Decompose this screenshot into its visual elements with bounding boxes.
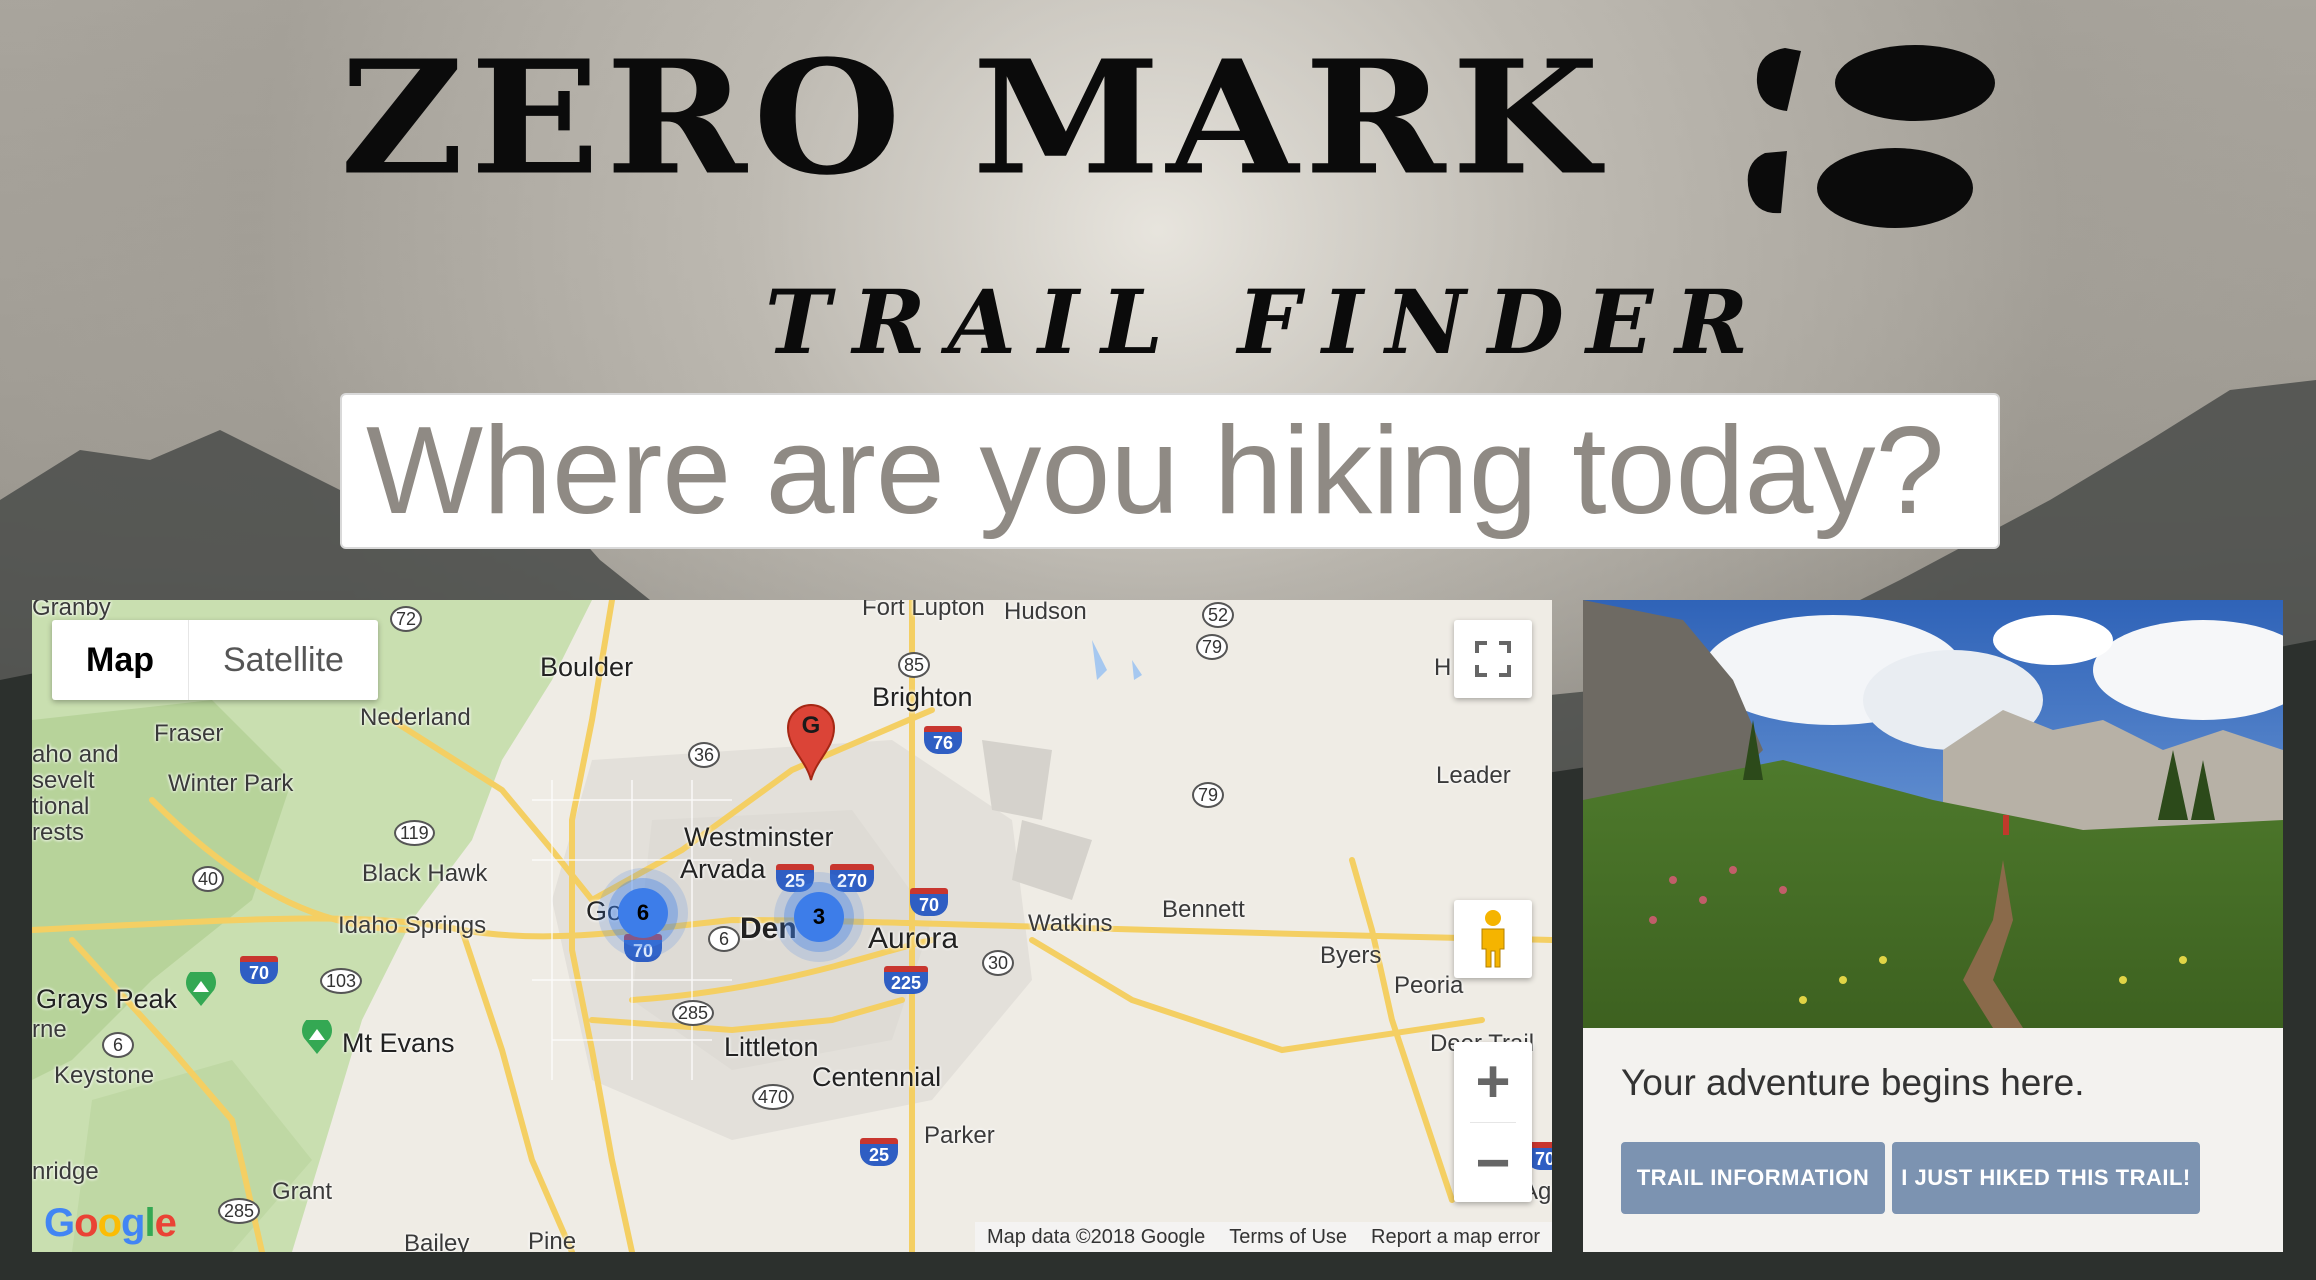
highway-shield: 72 xyxy=(390,606,423,632)
marker-cluster[interactable]: 3 xyxy=(794,892,844,942)
footprints-icon xyxy=(1747,45,1995,228)
highway-shield: 6 xyxy=(708,926,740,952)
highway-shield: 36 xyxy=(688,742,721,768)
place-label: Keystone xyxy=(54,1062,155,1089)
place-label: Pine xyxy=(528,1228,577,1252)
search-box xyxy=(340,393,2000,549)
place-label: Arvada xyxy=(680,854,766,884)
interstate-shield: 70 xyxy=(240,956,278,984)
place-label: Parker xyxy=(924,1122,995,1149)
mountain-peak-icon xyxy=(186,972,216,1006)
interstate-shield: 76 xyxy=(924,726,962,754)
place-label: Westminster xyxy=(684,822,834,852)
mountain-peak-icon xyxy=(302,1020,332,1054)
interstate-shield: 70 xyxy=(910,888,948,916)
map-type-control: Map Satellite xyxy=(52,620,378,700)
place-label: Grays Peak xyxy=(36,984,178,1014)
place-label: Boulder xyxy=(540,652,634,682)
place-label: rne xyxy=(32,1016,67,1043)
place-label: Aurora xyxy=(868,922,959,955)
highway-shield: 79 xyxy=(1196,634,1229,660)
app-subtitle: TRAIL FINDER xyxy=(765,270,1771,374)
place-label: Granby xyxy=(32,600,111,621)
highway-shield: 103 xyxy=(320,968,363,994)
highway-shield: 6 xyxy=(102,1032,134,1058)
interstate-shield: 25 xyxy=(776,864,814,892)
highway-shield: 470 xyxy=(752,1084,795,1110)
place-label: Watkins xyxy=(1028,910,1113,937)
highway-shield: 52 xyxy=(1202,602,1235,628)
place-label: Idaho Springs xyxy=(338,912,487,939)
interstate-shield: 225 xyxy=(884,966,928,994)
place-label: Centennial xyxy=(812,1062,942,1092)
place-label: nridge xyxy=(32,1158,99,1185)
highway-shield: 79 xyxy=(1192,782,1225,808)
zoom-in-button[interactable]: + xyxy=(1454,1042,1532,1122)
fullscreen-button[interactable] xyxy=(1454,620,1532,698)
map-footer: Map data ©2018 Google Terms of Use Repor… xyxy=(974,1222,1552,1252)
place-label: Nederland xyxy=(360,704,471,731)
place-label: Brighton xyxy=(872,682,973,712)
trail-card: Your adventure begins here. TRAIL INFORM… xyxy=(1583,600,2283,1252)
place-label: aho and sevelt tional rests xyxy=(32,741,119,846)
place-label: Black Hawk xyxy=(362,860,488,887)
interstate-shield: 25 xyxy=(860,1138,898,1166)
highway-shield: 30 xyxy=(982,950,1015,976)
place-label: Hudson xyxy=(1004,600,1087,625)
map-marker[interactable]: G xyxy=(786,702,836,782)
street-view-pegman[interactable] xyxy=(1454,900,1532,978)
trail-information-button[interactable]: TRAIL INFORMATION xyxy=(1621,1142,1885,1214)
highway-shield: 285 xyxy=(218,1198,261,1224)
interstate-shield: 270 xyxy=(830,864,874,892)
highway-shield: 119 xyxy=(394,820,435,846)
terms-of-use-link[interactable]: Terms of Use xyxy=(1229,1226,1347,1249)
place-label: Leader xyxy=(1436,762,1511,789)
card-tagline: Your adventure begins here. xyxy=(1621,1062,2085,1103)
app-title: ZERO MARK xyxy=(340,26,1606,211)
fullscreen-icon xyxy=(1475,641,1511,677)
search-input[interactable] xyxy=(342,395,1998,547)
place-label: Grant xyxy=(272,1178,333,1205)
place-label: Fort Lupton xyxy=(862,600,985,621)
place-label: Go xyxy=(586,896,623,926)
place-label: Byers xyxy=(1320,942,1382,969)
place-label: Littleton xyxy=(724,1032,819,1062)
zoom-out-button[interactable]: − xyxy=(1454,1123,1532,1203)
marker-cluster[interactable]: 6 xyxy=(618,888,668,938)
map-type-map-button[interactable]: Map xyxy=(52,620,189,700)
map-type-satellite-button[interactable]: Satellite xyxy=(189,620,378,700)
place-label: Bailey xyxy=(404,1230,470,1252)
marker-label: G xyxy=(801,712,821,739)
zoom-control: + − xyxy=(1454,1042,1532,1202)
place-label: H xyxy=(1434,654,1452,681)
place-label: Den xyxy=(740,912,797,945)
report-map-error-link[interactable]: Report a map error xyxy=(1371,1226,1540,1249)
trail-photo xyxy=(1583,600,2283,1028)
map-data-attribution: Map data ©2018 Google xyxy=(986,1225,1206,1248)
highway-shield: 285 xyxy=(672,1000,715,1026)
place-label: Winter Park xyxy=(168,770,294,797)
place-label: Peoria xyxy=(1394,972,1464,999)
highway-shield: 85 xyxy=(898,652,931,678)
highway-shield: 40 xyxy=(192,866,225,892)
google-logo: Google xyxy=(44,1201,177,1245)
map[interactable]: Granby Fort Lupton Hudson Boulder Bright… xyxy=(32,600,1552,1252)
place-label: Bennett xyxy=(1162,896,1245,923)
place-label: Fraser xyxy=(154,720,224,747)
place-label: Mt Evans xyxy=(342,1028,455,1058)
interstate-shield: 70 xyxy=(624,934,662,962)
hiked-trail-button[interactable]: I JUST HIKED THIS TRAIL! xyxy=(1892,1142,2200,1214)
pegman-icon xyxy=(1481,910,1505,968)
